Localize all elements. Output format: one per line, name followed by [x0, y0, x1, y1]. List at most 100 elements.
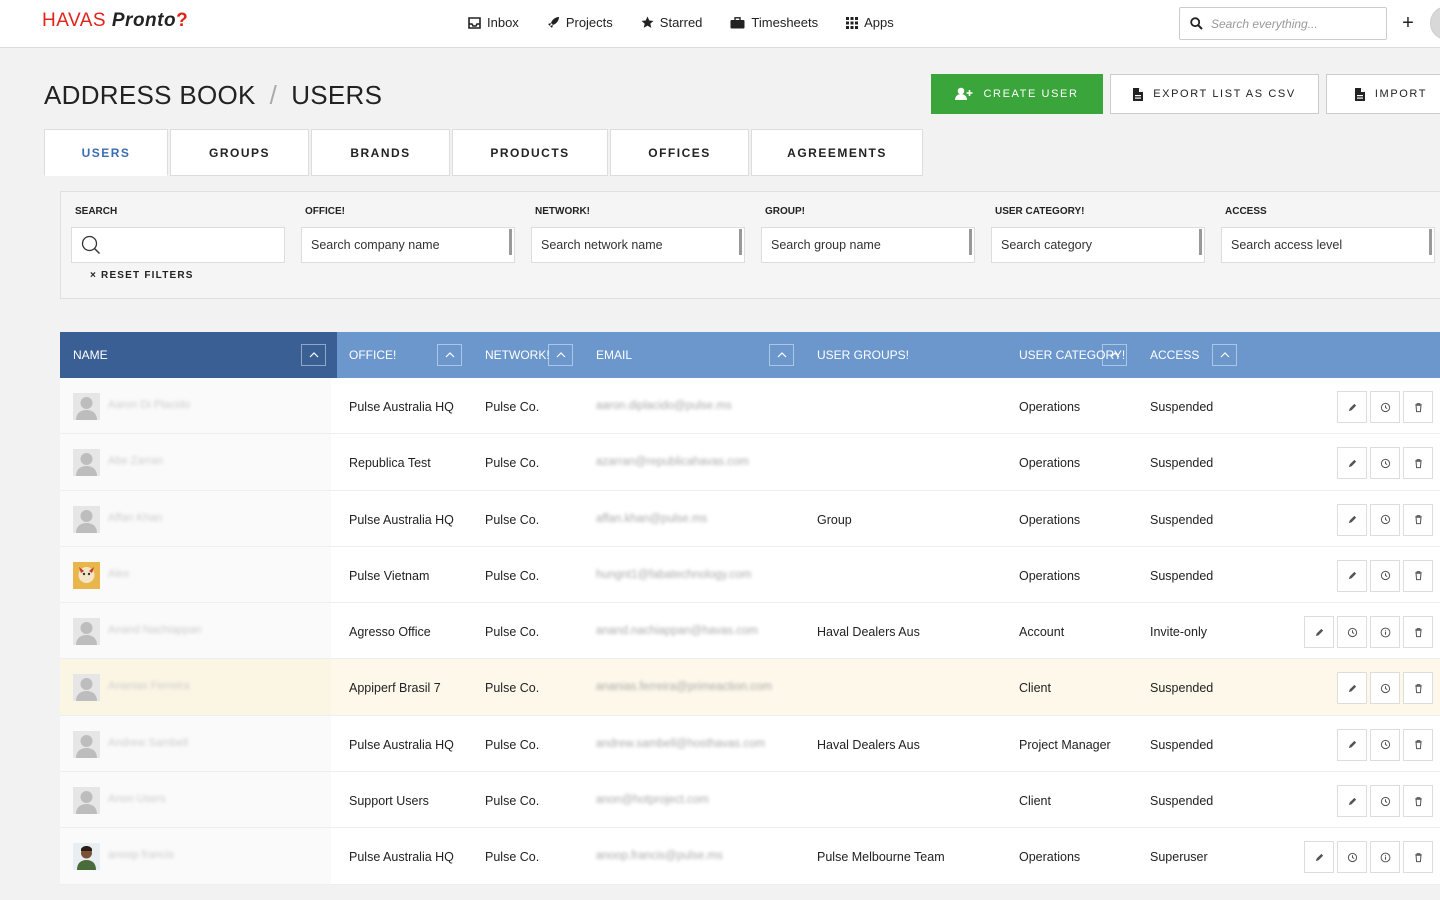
delete-user-button[interactable]: [1403, 616, 1433, 649]
user-history-button[interactable]: [1370, 672, 1400, 705]
tab-offices[interactable]: OFFICES: [610, 129, 749, 176]
edit-user-button[interactable]: [1337, 785, 1367, 818]
history-icon: [1380, 796, 1390, 806]
nav-apps[interactable]: Apps: [846, 15, 894, 30]
top-navigation: HAVAS Pronto? Inbox Projects Starred Tim…: [0, 0, 1440, 48]
edit-user-button[interactable]: [1337, 503, 1367, 536]
delete-user-button[interactable]: [1403, 391, 1433, 423]
export-csv-button[interactable]: EXPORT LIST AS CSV: [1110, 74, 1319, 114]
user-office: Republica Test: [349, 456, 431, 471]
edit-user-button[interactable]: [1337, 672, 1367, 705]
delete-user-button[interactable]: [1403, 785, 1433, 818]
user-history-button[interactable]: [1370, 728, 1400, 761]
user-avatar[interactable]: [1430, 6, 1440, 40]
user-groups: Haval Dealers Aus: [817, 737, 920, 752]
table-row[interactable]: anoop francis Pulse Australia HQ Pulse Co.…: [60, 828, 1440, 885]
avatar: [73, 449, 100, 477]
nav-projects[interactable]: Projects: [547, 15, 613, 30]
pencil-icon: [1315, 853, 1323, 862]
edit-user-button[interactable]: [1304, 841, 1334, 874]
user-access: Suspended: [1150, 568, 1214, 583]
user-name[interactable]: Alex: [108, 568, 129, 580]
user-history-button[interactable]: [1370, 785, 1400, 818]
sort-category-button[interactable]: [1102, 344, 1127, 366]
main-nav: Inbox Projects Starred Timesheets Apps: [468, 15, 894, 30]
edit-user-button[interactable]: [1337, 447, 1367, 480]
office-filter-input[interactable]: [311, 238, 501, 252]
user-history-button[interactable]: [1337, 841, 1367, 874]
user-category: Operations: [1019, 456, 1081, 471]
nav-timesheets[interactable]: Timesheets: [730, 15, 818, 30]
user-name[interactable]: Andrew Sambell: [108, 737, 188, 749]
user-category: Operations: [1019, 568, 1081, 583]
table-row[interactable]: Affan Khan Pulse Australia HQ Pulse Co. aff…: [60, 490, 1440, 547]
network-filter-input[interactable]: [541, 238, 731, 252]
global-search-input[interactable]: [1211, 16, 1381, 31]
avatar: [73, 505, 100, 533]
table-row[interactable]: Abe Zarran Republica Test Pulse Co. azarran…: [60, 434, 1440, 491]
access-filter-input[interactable]: [1231, 238, 1421, 252]
search-filter-field[interactable]: [71, 227, 285, 263]
category-filter-input[interactable]: [1001, 238, 1191, 252]
info-icon: [1380, 627, 1390, 638]
table-row[interactable]: Anand Nachiappan Agresso Office Pulse Co. a…: [60, 603, 1440, 660]
edit-user-button[interactable]: [1337, 391, 1367, 423]
user-name[interactable]: Abe Zarran: [108, 455, 163, 467]
table-row[interactable]: Alex Pulse Vietnam Pulse Co. hungnt1@fabate…: [60, 546, 1440, 604]
group-filter-input[interactable]: [771, 238, 961, 252]
sort-access-button[interactable]: [1212, 344, 1237, 366]
tab-groups[interactable]: GROUPS: [170, 129, 309, 176]
delete-user-button[interactable]: [1403, 447, 1433, 480]
rocket-icon: [547, 17, 559, 28]
user-history-button[interactable]: [1337, 616, 1367, 649]
office-filter-label: OFFICE!: [305, 206, 345, 217]
filter-panel: SEARCH OFFICE! NETWORK! GROUP! USER CATE…: [60, 191, 1440, 299]
delete-user-button[interactable]: [1403, 559, 1433, 592]
breadcrumb-address-book[interactable]: ADDRESS BOOK: [44, 80, 256, 110]
user-history-button[interactable]: [1370, 503, 1400, 536]
user-name[interactable]: Affan Khan: [108, 512, 162, 524]
tab-users[interactable]: USERS: [44, 129, 168, 176]
user-history-button[interactable]: [1370, 447, 1400, 480]
table-row[interactable]: Ananias Ferreira Appiperf Brasil 7 Pulse C…: [60, 659, 1440, 716]
sort-email-button[interactable]: [769, 344, 794, 366]
edit-user-button[interactable]: [1337, 728, 1367, 761]
user-history-button[interactable]: [1370, 559, 1400, 592]
user-name[interactable]: Ananias Ferreira: [108, 680, 189, 692]
star-icon: [641, 16, 654, 28]
nav-starred[interactable]: Starred: [641, 15, 702, 30]
import-button[interactable]: IMPORT: [1326, 74, 1440, 114]
user-name[interactable]: anoop francis: [108, 849, 174, 861]
delete-user-button[interactable]: [1403, 503, 1433, 536]
add-new-button[interactable]: +: [1398, 12, 1418, 34]
table-row[interactable]: Aaron Di Placido Pulse Australia HQ Pulse …: [60, 378, 1440, 435]
havas-pronto-logo[interactable]: HAVAS Pronto?: [42, 10, 188, 32]
create-user-button[interactable]: CREATE USER: [931, 74, 1103, 114]
user-access: Invite-only: [1150, 625, 1207, 640]
user-info-button[interactable]: [1370, 616, 1400, 649]
delete-user-button[interactable]: [1403, 728, 1433, 761]
tab-agreements[interactable]: AGREEMENTS: [751, 129, 923, 176]
delete-user-button[interactable]: [1403, 672, 1433, 705]
delete-user-button[interactable]: [1403, 841, 1433, 874]
history-icon: [1347, 627, 1357, 637]
user-office: Pulse Australia HQ: [349, 400, 454, 414]
user-info-button[interactable]: [1370, 841, 1400, 874]
sort-network-button[interactable]: [548, 344, 573, 366]
user-name[interactable]: Anand Nachiappan: [108, 624, 202, 636]
user-access: Suspended: [1150, 794, 1214, 809]
tab-products[interactable]: PRODUCTS: [452, 129, 608, 176]
user-name[interactable]: Anon Users: [108, 793, 165, 805]
user-history-button[interactable]: [1370, 391, 1400, 423]
add-user-icon: [955, 87, 973, 100]
reset-filters-button[interactable]: × RESET FILTERS: [90, 270, 194, 281]
table-row[interactable]: Andrew Sambell Pulse Australia HQ Pulse Co…: [60, 715, 1440, 773]
edit-user-button[interactable]: [1337, 559, 1367, 592]
edit-user-button[interactable]: [1304, 616, 1334, 649]
table-row[interactable]: Anon Users Support Users Pulse Co. anon@hot…: [60, 772, 1440, 829]
sort-office-button[interactable]: [437, 344, 462, 366]
nav-inbox[interactable]: Inbox: [468, 15, 519, 30]
user-name[interactable]: Aaron Di Placido: [108, 399, 190, 411]
tab-brands[interactable]: BRANDS: [311, 129, 450, 176]
sort-name-button[interactable]: [301, 344, 326, 366]
